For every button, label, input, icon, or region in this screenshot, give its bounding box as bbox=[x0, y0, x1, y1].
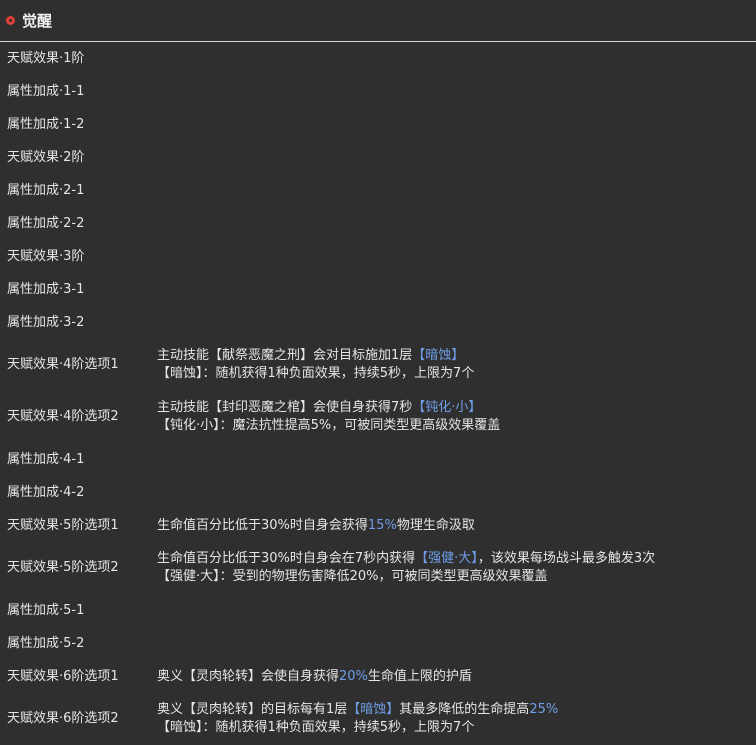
table-row: 属性加成·1-1 bbox=[0, 75, 756, 108]
table-row: 天赋效果·3阶 bbox=[0, 240, 756, 273]
row-label: 属性加成·5-1 bbox=[7, 602, 85, 618]
table-row: 天赋效果·6阶选项2 奥义【灵肉轮转】的目标每有1层【暗蚀】其最多降低的生命提高… bbox=[0, 693, 756, 745]
description-line: 奥义【灵肉轮转】的目标每有1层【暗蚀】其最多降低的生命提高25% bbox=[157, 702, 559, 717]
value-highlight: 20% bbox=[339, 668, 368, 684]
value-highlight: 25% bbox=[529, 702, 559, 717]
table-row: 属性加成·4-1 bbox=[0, 443, 756, 476]
table-row: 属性加成·4-2 bbox=[0, 476, 756, 509]
section-title: 觉醒 bbox=[22, 12, 53, 30]
row-label: 属性加成·1-2 bbox=[7, 116, 85, 132]
row-description: 生命值百分比低于30%时自身会在7秒内获得【强健·大】，该效果每场战斗最多触发3… bbox=[157, 550, 756, 586]
row-label: 属性加成·1-1 bbox=[7, 83, 85, 99]
status-highlight: 【钝化·小】 bbox=[412, 400, 482, 415]
row-label: 属性加成·2-1 bbox=[7, 182, 85, 198]
description-line: 【钝化·小】：魔法抗性提高5%，可被同类型更高级效果覆盖 bbox=[157, 418, 501, 433]
status-highlight: 【强健·大】 bbox=[415, 551, 478, 566]
row-label: 天赋效果·6阶选项1 bbox=[7, 668, 119, 684]
row-label: 天赋效果·4阶选项1 bbox=[7, 357, 119, 372]
table-row: 属性加成·3-1 bbox=[0, 273, 756, 306]
description-line: 【暗蚀】：随机获得1种负面效果，持续5秒，上限为7个 bbox=[157, 720, 475, 735]
row-description: 奥义【灵肉轮转】会使自身获得20%生命值上限的护盾 bbox=[157, 668, 472, 684]
status-highlight: 【暗蚀】 bbox=[347, 702, 400, 717]
table-row: 天赋效果·4阶选项1 主动技能【献祭恶魔之刑】会对目标施加1层【暗蚀】 【暗蚀】… bbox=[0, 339, 756, 391]
row-label: 属性加成·4-2 bbox=[7, 484, 85, 500]
table-row: 属性加成·1-2 bbox=[0, 108, 756, 141]
row-description: 主动技能【封印恶魔之棺】会使自身获得7秒【钝化·小】 【钝化·小】：魔法抗性提高… bbox=[157, 399, 756, 435]
table-row: 天赋效果·5阶选项2 生命值百分比低于30%时自身会在7秒内获得【强健·大】，该… bbox=[0, 542, 756, 594]
table-row: 属性加成·5-2 bbox=[0, 627, 756, 660]
description-line: 【强健·大】：受到的物理伤害降低20%，可被同类型更高级效果覆盖 bbox=[157, 569, 548, 584]
description-line: 主动技能【献祭恶魔之刑】会对目标施加1层【暗蚀】 bbox=[157, 348, 465, 363]
row-label: 天赋效果·1阶 bbox=[7, 50, 85, 66]
section-header: 觉醒 bbox=[0, 0, 756, 42]
row-label: 天赋效果·6阶选项2 bbox=[7, 711, 119, 726]
row-label: 天赋效果·5阶选项1 bbox=[7, 517, 119, 533]
table-row: 属性加成·2-2 bbox=[0, 207, 756, 240]
status-highlight: 【暗蚀】 bbox=[412, 348, 465, 363]
row-description: 生命值百分比低于30%时自身会获得15%物理生命汲取 bbox=[157, 517, 475, 533]
table-row: 天赋效果·2阶 bbox=[0, 141, 756, 174]
row-description: 奥义【灵肉轮转】的目标每有1层【暗蚀】其最多降低的生命提高25% 【暗蚀】：随机… bbox=[157, 701, 756, 737]
table-row: 属性加成·5-1 bbox=[0, 594, 756, 627]
table-row: 属性加成·2-1 bbox=[0, 174, 756, 207]
table-row: 天赋效果·1阶 bbox=[0, 42, 756, 75]
table-row: 天赋效果·5阶选项1 生命值百分比低于30%时自身会获得15%物理生命汲取 bbox=[0, 509, 756, 542]
row-label: 天赋效果·4阶选项2 bbox=[7, 409, 119, 424]
row-description: 主动技能【献祭恶魔之刑】会对目标施加1层【暗蚀】 【暗蚀】：随机获得1种负面效果… bbox=[157, 347, 756, 383]
table-row: 天赋效果·4阶选项2 主动技能【封印恶魔之棺】会使自身获得7秒【钝化·小】 【钝… bbox=[0, 391, 756, 443]
row-label: 天赋效果·2阶 bbox=[7, 149, 85, 165]
description-line: 【暗蚀】：随机获得1种负面效果，持续5秒，上限为7个 bbox=[157, 366, 475, 381]
row-label: 属性加成·4-1 bbox=[7, 451, 85, 467]
talent-table: 天赋效果·1阶 属性加成·1-1 属性加成·1-2 天赋效果·2阶 属性加成·2… bbox=[0, 42, 756, 745]
circle-bullet-icon bbox=[6, 16, 15, 25]
row-label: 天赋效果·3阶 bbox=[7, 248, 85, 264]
description-line: 生命值百分比低于30%时自身会在7秒内获得【强健·大】，该效果每场战斗最多触发3… bbox=[157, 551, 656, 566]
table-row: 属性加成·3-2 bbox=[0, 306, 756, 339]
description-line: 主动技能【封印恶魔之棺】会使自身获得7秒【钝化·小】 bbox=[157, 400, 482, 415]
table-row: 天赋效果·6阶选项1 奥义【灵肉轮转】会使自身获得20%生命值上限的护盾 bbox=[0, 660, 756, 693]
row-label: 属性加成·3-2 bbox=[7, 314, 85, 330]
value-highlight: 15% bbox=[367, 517, 397, 533]
row-label: 属性加成·3-1 bbox=[7, 281, 85, 297]
row-label: 属性加成·2-2 bbox=[7, 215, 85, 231]
row-label: 天赋效果·5阶选项2 bbox=[7, 560, 119, 575]
row-label: 属性加成·5-2 bbox=[7, 635, 85, 651]
